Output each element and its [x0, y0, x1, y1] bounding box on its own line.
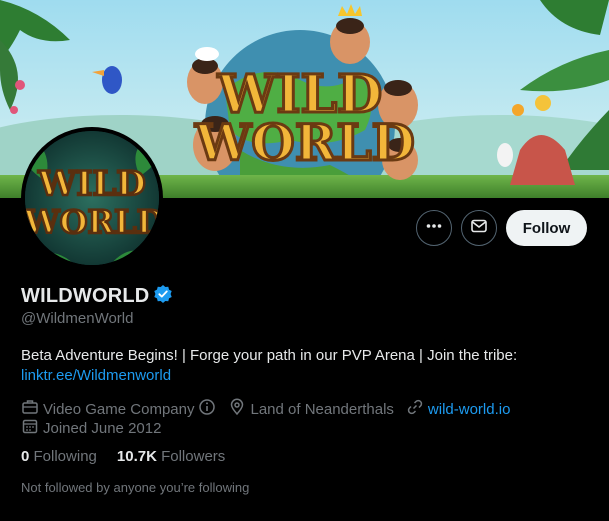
avatar[interactable]: WILD WORLD — [21, 127, 163, 269]
location-item: Land of Neanderthals — [228, 398, 394, 420]
followers-count[interactable]: 10.7K Followers — [117, 448, 225, 465]
following-value: 0 — [21, 448, 30, 465]
followers-label: Followers — [161, 448, 226, 465]
followers-value: 10.7K — [116, 448, 157, 465]
profile-joined-row: Joined June 2012 — [21, 417, 173, 439]
profile-handle: @WildmenWorld — [21, 310, 134, 327]
profile-bio: Beta Adventure Begins! | Forge your path… — [21, 346, 591, 386]
profile-name: WILDWORLD — [21, 285, 150, 307]
more-icon — [425, 217, 443, 240]
banner-logo-line2: WORLD — [194, 113, 415, 172]
category-label: Video Game Company — [43, 400, 195, 418]
following-count[interactable]: 0 Following — [21, 448, 97, 465]
avatar-logo-line2: WORLD — [25, 203, 159, 241]
link-icon — [406, 398, 424, 420]
follow-button[interactable]: Follow — [506, 210, 587, 246]
bio-text: Beta Adventure Begins! | Forge your path… — [21, 347, 518, 364]
profile-name-row: WILDWORLD — [21, 284, 173, 309]
info-icon[interactable] — [198, 398, 216, 420]
location-pin-icon — [228, 398, 246, 420]
website-link[interactable]: wild-world.io — [428, 401, 511, 418]
more-button[interactable] — [416, 210, 452, 246]
message-button[interactable] — [461, 210, 497, 246]
website-item: wild-world.io — [406, 398, 511, 420]
profile-actions: Follow — [416, 210, 587, 246]
verified-badge-icon[interactable] — [153, 284, 173, 309]
calendar-icon — [21, 417, 39, 439]
bio-link[interactable]: linktr.ee/Wildmenworld — [21, 367, 171, 384]
following-label: Following — [33, 448, 97, 465]
joined-item: Joined June 2012 — [21, 417, 161, 439]
follow-counts: 0 Following 10.7K Followers — [21, 448, 225, 465]
mail-icon — [470, 217, 488, 240]
joined-label: Joined June 2012 — [43, 419, 162, 437]
avatar-logo-line1: WILD — [37, 164, 145, 204]
location-label: Land of Neanderthals — [250, 400, 394, 418]
not-followed-note: Not followed by anyone you’re following — [21, 480, 250, 495]
